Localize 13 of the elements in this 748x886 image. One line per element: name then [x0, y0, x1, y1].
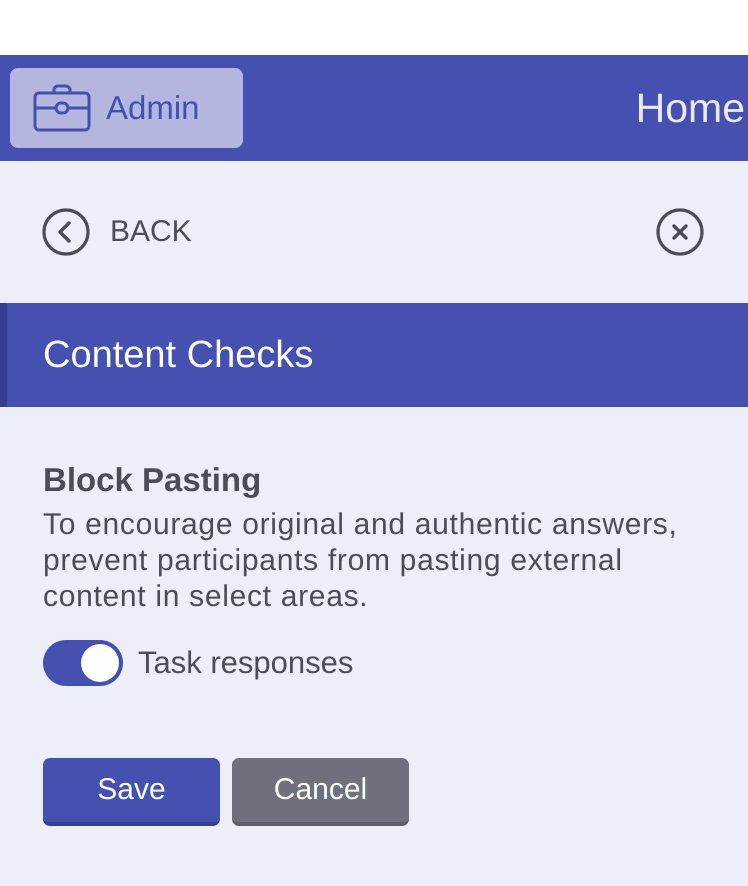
- toggle-switch[interactable]: [43, 640, 123, 686]
- setting-description: To encourage original and authentic answers, prevent participants from pasting external content in select areas.: [43, 507, 679, 615]
- toggle-label: Task responses: [138, 645, 354, 681]
- close-icon[interactable]: [656, 208, 704, 256]
- back-icon: [42, 208, 90, 256]
- section-header: Content Checks: [0, 303, 748, 407]
- save-button[interactable]: Save: [43, 758, 220, 826]
- admin-button[interactable]: Admin: [10, 68, 243, 148]
- briefcase-icon: [33, 84, 91, 132]
- cancel-button[interactable]: Cancel: [232, 758, 409, 826]
- setting-title: Block Pasting: [43, 460, 262, 500]
- header-title: Home: [636, 84, 745, 132]
- back-button[interactable]: BACK: [42, 208, 192, 256]
